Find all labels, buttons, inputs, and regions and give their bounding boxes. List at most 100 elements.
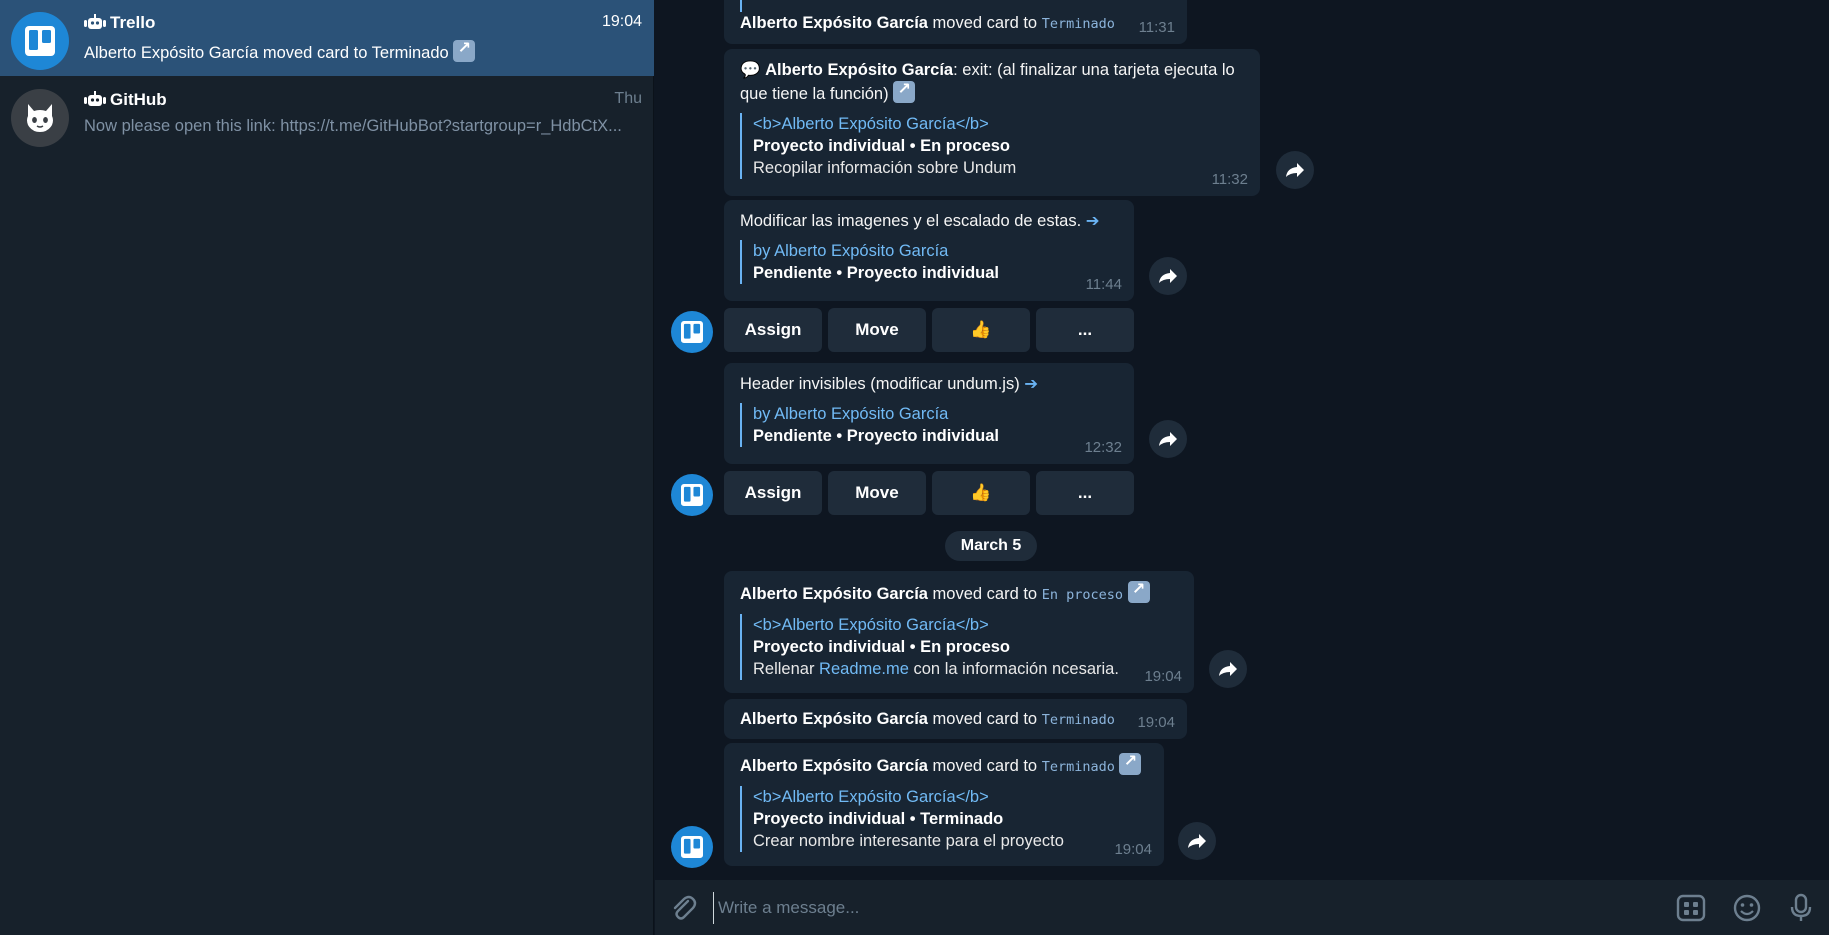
quote-card: Crear nombre interesante para el proyect…: [753, 832, 1064, 850]
quote-card-text: Rellenar: [753, 660, 820, 678]
quote-board: Proyecto individual • En proceso: [753, 137, 1010, 155]
message-bubble: 💬 Alberto Expósito García: exit: (al fin…: [724, 49, 1260, 196]
trello-logo-icon: [681, 836, 703, 858]
card-quote: <b>Alberto Expósito García</b> Proyecto …: [740, 113, 1244, 179]
bot-commands-icon[interactable]: [1675, 892, 1707, 924]
message-bubble: Alberto Expósito García moved card to Te…: [724, 743, 1164, 866]
message-author: Alberto Expósito García: [765, 61, 954, 79]
card-quote: by Alberto Expósito García Pendiente • P…: [740, 240, 1118, 284]
message-text: Header invisibles (modificar undum.js): [740, 375, 1020, 393]
more-button[interactable]: ...: [1036, 471, 1134, 515]
chat-time: Thu: [614, 90, 642, 107]
readme-link[interactable]: Readme.me: [819, 660, 909, 678]
chat-preview-text: Alberto Expósito García moved card to Te…: [84, 44, 449, 62]
message-time: 12:32: [1084, 439, 1122, 456]
arrow-up-right-emoji-icon: [1127, 579, 1150, 603]
quote-board: Proyecto individual • Terminado: [753, 810, 1004, 828]
github-octocat-icon: [27, 104, 53, 132]
message-time: 19:04: [1137, 714, 1175, 731]
message-time: 11:31: [1138, 19, 1175, 36]
message-code: Terminado: [1041, 759, 1115, 775]
forward-button[interactable]: [1209, 650, 1247, 688]
message-code: Terminado: [1041, 16, 1115, 32]
open-card-link[interactable]: ➔: [1086, 212, 1100, 230]
chat-item-github[interactable]: GitHub Thu Now please open this link: ht…: [0, 77, 654, 153]
speech-balloon-icon: 💬: [740, 61, 761, 79]
message-text: moved card to: [927, 14, 1042, 32]
forward-arrow-icon: [1286, 163, 1304, 177]
thumbs-up-button[interactable]: 👍: [932, 308, 1030, 352]
forward-button[interactable]: [1149, 257, 1187, 295]
arrow-up-right-emoji-icon: [893, 79, 916, 103]
thumbs-up-button[interactable]: 👍: [932, 471, 1030, 515]
move-button[interactable]: Move: [828, 471, 926, 515]
chat-item-trello[interactable]: Trello 19:04 Alberto Expósito García mov…: [0, 0, 654, 76]
message-author: Alberto Expósito García: [740, 585, 928, 603]
emoji-icon[interactable]: [1731, 892, 1763, 924]
chat-preview: Alberto Expósito García moved card to Te…: [84, 40, 642, 63]
trello-avatar[interactable]: [671, 311, 713, 353]
card-quote: <b>Alberto Expósito García</b> Proyecto …: [740, 786, 1148, 852]
chat-name: GitHub: [110, 90, 167, 109]
chat-time: 19:04: [601, 13, 642, 30]
github-avatar: [11, 89, 69, 147]
trello-logo-icon: [25, 26, 55, 56]
message-time: 11:44: [1085, 276, 1122, 293]
message-code: Terminado: [1041, 712, 1115, 728]
quote-author: <b>Alberto Expósito García</b>: [753, 788, 989, 806]
bot-icon: [84, 14, 106, 29]
trello-avatar[interactable]: [671, 826, 713, 868]
message-code: En proceso: [1041, 587, 1123, 603]
message-input[interactable]: [713, 892, 1613, 924]
card-quote: by Alberto Expósito García Pendiente • P…: [740, 403, 1118, 447]
message-bubble: Alberto Expósito García moved card to Te…: [724, 699, 1187, 739]
message-author: Alberto Expósito García: [740, 757, 928, 775]
move-button[interactable]: Move: [828, 308, 926, 352]
quote-board: Proyecto individual • En proceso: [753, 638, 1010, 656]
message-time: 19:04: [1114, 841, 1152, 858]
chat-name: Trello: [110, 13, 156, 32]
assign-button[interactable]: Assign: [724, 308, 822, 352]
trello-avatar: [11, 12, 69, 70]
quote-author: <b>Alberto Expósito García</b>: [753, 616, 989, 634]
forward-arrow-icon: [1159, 432, 1177, 446]
paperclip-icon[interactable]: [667, 892, 699, 924]
forward-arrow-icon: [1159, 269, 1177, 283]
trello-avatar[interactable]: [671, 474, 713, 516]
quote-card-text: con la información ncesaria.: [908, 660, 1119, 678]
message-time: 19:04: [1144, 668, 1182, 685]
message-text: moved card to: [927, 585, 1042, 603]
card-quote: <b>Alberto Expósito García</b> Proyecto …: [740, 614, 1178, 680]
more-button[interactable]: ...: [1036, 308, 1134, 352]
chat-preview: Now please open this link: https://t.me/…: [84, 117, 622, 135]
forward-button[interactable]: [1149, 420, 1187, 458]
message-author: Alberto Expósito García: [740, 710, 928, 728]
forward-button[interactable]: [1178, 822, 1216, 860]
bot-icon: [84, 91, 106, 106]
message-bubble: Header invisibles (modificar undum.js) ➔…: [724, 363, 1134, 464]
trello-logo-icon: [681, 321, 703, 343]
quote-card: Recopilar información sobre Undum: [753, 159, 1017, 177]
message-history[interactable]: Alberto Expósito García moved card to Te…: [655, 0, 1829, 880]
arrow-up-right-emoji-icon: [453, 40, 476, 62]
chat-list-sidebar: Trello 19:04 Alberto Expósito García mov…: [0, 0, 654, 935]
date-separator: March 5: [945, 531, 1037, 561]
message-bubble: Alberto Expósito García moved card to Te…: [724, 0, 1187, 44]
open-card-link[interactable]: ➔: [1024, 375, 1038, 393]
quote-author: by Alberto Expósito García: [753, 405, 949, 423]
quote-author: <b>Alberto Expósito García</b>: [753, 115, 989, 133]
telegram-window: Trello 19:04 Alberto Expósito García mov…: [0, 0, 1829, 935]
message-bubble: Alberto Expósito García moved card to En…: [724, 571, 1194, 693]
quote-board: Pendiente • Proyecto individual: [753, 264, 999, 282]
message-text: moved card to: [927, 757, 1042, 775]
forward-button[interactable]: [1276, 151, 1314, 189]
quote-author: by Alberto Expósito García: [753, 242, 949, 260]
forward-arrow-icon: [1219, 662, 1237, 676]
quote-board: Pendiente • Proyecto individual: [753, 427, 999, 445]
message-composer: [655, 880, 1829, 935]
quote-card: Rellenar Readme.me con la información nc…: [753, 658, 1178, 680]
trello-logo-icon: [681, 484, 703, 506]
message-time: 11:32: [1211, 171, 1248, 188]
microphone-icon[interactable]: [1785, 892, 1817, 924]
assign-button[interactable]: Assign: [724, 471, 822, 515]
